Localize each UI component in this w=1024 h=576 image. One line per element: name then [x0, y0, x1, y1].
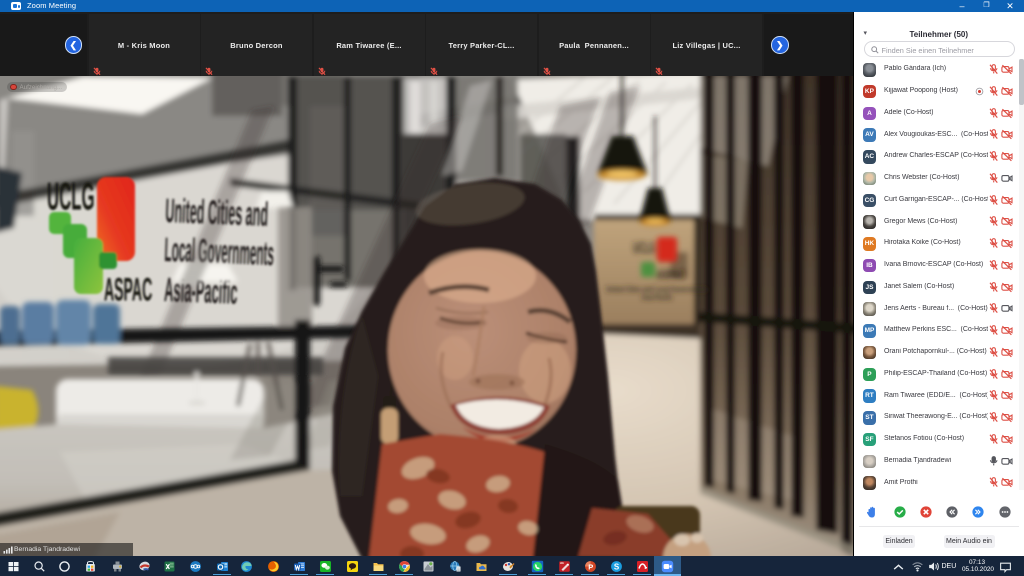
svg-text:P: P — [588, 562, 593, 571]
svg-text:ASPAC: ASPAC — [656, 267, 685, 282]
svg-text:Asia-Pacific: Asia-Pacific — [642, 293, 673, 302]
svg-text:UCLG: UCLG — [633, 240, 656, 257]
svg-text:S: S — [613, 562, 619, 571]
svg-text:ASPAC: ASPAC — [104, 273, 152, 308]
